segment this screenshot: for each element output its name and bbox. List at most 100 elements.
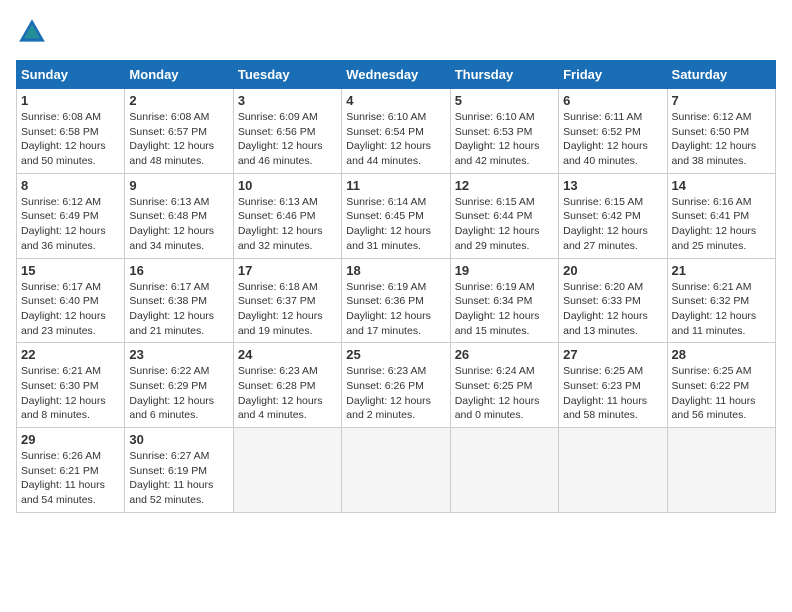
day-info: Sunrise: 6:23 AM Sunset: 6:28 PM Dayligh…	[238, 364, 337, 423]
calendar-cell: 22 Sunrise: 6:21 AM Sunset: 6:30 PM Dayl…	[17, 343, 125, 428]
sunset: Sunset: 6:30 PM	[21, 379, 120, 394]
day-number: 16	[129, 263, 228, 278]
sunrise: Sunrise: 6:12 AM	[21, 195, 120, 210]
day-info: Sunrise: 6:11 AM Sunset: 6:52 PM Dayligh…	[563, 110, 662, 169]
calendar-cell	[450, 428, 558, 513]
calendar: SundayMondayTuesdayWednesdayThursdayFrid…	[16, 60, 776, 513]
daylight: Daylight: 12 hours and 13 minutes.	[563, 309, 662, 338]
sunrise: Sunrise: 6:25 AM	[563, 364, 662, 379]
sunset: Sunset: 6:28 PM	[238, 379, 337, 394]
calendar-dow-tuesday: Tuesday	[233, 61, 341, 89]
day-number: 24	[238, 347, 337, 362]
day-number: 14	[672, 178, 771, 193]
daylight: Daylight: 12 hours and 38 minutes.	[672, 139, 771, 168]
calendar-cell	[233, 428, 341, 513]
calendar-cell: 15 Sunrise: 6:17 AM Sunset: 6:40 PM Dayl…	[17, 258, 125, 343]
sunrise: Sunrise: 6:12 AM	[672, 110, 771, 125]
day-info: Sunrise: 6:19 AM Sunset: 6:34 PM Dayligh…	[455, 280, 554, 339]
calendar-week-1: 1 Sunrise: 6:08 AM Sunset: 6:58 PM Dayli…	[17, 89, 776, 174]
sunset: Sunset: 6:52 PM	[563, 125, 662, 140]
sunset: Sunset: 6:44 PM	[455, 209, 554, 224]
calendar-cell: 30 Sunrise: 6:27 AM Sunset: 6:19 PM Dayl…	[125, 428, 233, 513]
sunrise: Sunrise: 6:10 AM	[346, 110, 445, 125]
calendar-cell: 18 Sunrise: 6:19 AM Sunset: 6:36 PM Dayl…	[342, 258, 450, 343]
day-info: Sunrise: 6:23 AM Sunset: 6:26 PM Dayligh…	[346, 364, 445, 423]
daylight: Daylight: 12 hours and 40 minutes.	[563, 139, 662, 168]
day-number: 22	[21, 347, 120, 362]
day-info: Sunrise: 6:13 AM Sunset: 6:48 PM Dayligh…	[129, 195, 228, 254]
calendar-cell: 12 Sunrise: 6:15 AM Sunset: 6:44 PM Dayl…	[450, 173, 558, 258]
calendar-cell	[559, 428, 667, 513]
sunrise: Sunrise: 6:17 AM	[129, 280, 228, 295]
day-info: Sunrise: 6:10 AM Sunset: 6:53 PM Dayligh…	[455, 110, 554, 169]
daylight: Daylight: 11 hours and 54 minutes.	[21, 478, 120, 507]
day-number: 29	[21, 432, 120, 447]
sunrise: Sunrise: 6:19 AM	[455, 280, 554, 295]
day-number: 18	[346, 263, 445, 278]
page-container: SundayMondayTuesdayWednesdayThursdayFrid…	[16, 16, 776, 513]
calendar-cell: 10 Sunrise: 6:13 AM Sunset: 6:46 PM Dayl…	[233, 173, 341, 258]
daylight: Daylight: 11 hours and 58 minutes.	[563, 394, 662, 423]
day-info: Sunrise: 6:15 AM Sunset: 6:42 PM Dayligh…	[563, 195, 662, 254]
sunrise: Sunrise: 6:22 AM	[129, 364, 228, 379]
daylight: Daylight: 12 hours and 32 minutes.	[238, 224, 337, 253]
day-info: Sunrise: 6:10 AM Sunset: 6:54 PM Dayligh…	[346, 110, 445, 169]
daylight: Daylight: 12 hours and 15 minutes.	[455, 309, 554, 338]
calendar-cell: 20 Sunrise: 6:20 AM Sunset: 6:33 PM Dayl…	[559, 258, 667, 343]
day-number: 11	[346, 178, 445, 193]
day-info: Sunrise: 6:21 AM Sunset: 6:30 PM Dayligh…	[21, 364, 120, 423]
day-info: Sunrise: 6:26 AM Sunset: 6:21 PM Dayligh…	[21, 449, 120, 508]
day-number: 8	[21, 178, 120, 193]
sunset: Sunset: 6:48 PM	[129, 209, 228, 224]
day-number: 26	[455, 347, 554, 362]
daylight: Daylight: 12 hours and 27 minutes.	[563, 224, 662, 253]
calendar-cell: 6 Sunrise: 6:11 AM Sunset: 6:52 PM Dayli…	[559, 89, 667, 174]
day-info: Sunrise: 6:24 AM Sunset: 6:25 PM Dayligh…	[455, 364, 554, 423]
sunrise: Sunrise: 6:08 AM	[129, 110, 228, 125]
sunrise: Sunrise: 6:21 AM	[21, 364, 120, 379]
sunset: Sunset: 6:45 PM	[346, 209, 445, 224]
sunrise: Sunrise: 6:23 AM	[238, 364, 337, 379]
day-info: Sunrise: 6:21 AM Sunset: 6:32 PM Dayligh…	[672, 280, 771, 339]
day-number: 9	[129, 178, 228, 193]
daylight: Daylight: 12 hours and 23 minutes.	[21, 309, 120, 338]
header	[16, 16, 776, 48]
sunrise: Sunrise: 6:20 AM	[563, 280, 662, 295]
sunrise: Sunrise: 6:15 AM	[455, 195, 554, 210]
sunset: Sunset: 6:33 PM	[563, 294, 662, 309]
day-number: 21	[672, 263, 771, 278]
sunrise: Sunrise: 6:19 AM	[346, 280, 445, 295]
sunset: Sunset: 6:19 PM	[129, 464, 228, 479]
day-number: 30	[129, 432, 228, 447]
logo	[16, 16, 52, 48]
calendar-cell: 21 Sunrise: 6:21 AM Sunset: 6:32 PM Dayl…	[667, 258, 775, 343]
sunset: Sunset: 6:29 PM	[129, 379, 228, 394]
sunset: Sunset: 6:42 PM	[563, 209, 662, 224]
day-info: Sunrise: 6:12 AM Sunset: 6:50 PM Dayligh…	[672, 110, 771, 169]
calendar-cell: 25 Sunrise: 6:23 AM Sunset: 6:26 PM Dayl…	[342, 343, 450, 428]
calendar-cell: 27 Sunrise: 6:25 AM Sunset: 6:23 PM Dayl…	[559, 343, 667, 428]
day-number: 23	[129, 347, 228, 362]
daylight: Daylight: 12 hours and 25 minutes.	[672, 224, 771, 253]
daylight: Daylight: 12 hours and 2 minutes.	[346, 394, 445, 423]
daylight: Daylight: 12 hours and 29 minutes.	[455, 224, 554, 253]
day-number: 28	[672, 347, 771, 362]
sunrise: Sunrise: 6:17 AM	[21, 280, 120, 295]
calendar-week-2: 8 Sunrise: 6:12 AM Sunset: 6:49 PM Dayli…	[17, 173, 776, 258]
day-info: Sunrise: 6:20 AM Sunset: 6:33 PM Dayligh…	[563, 280, 662, 339]
sunrise: Sunrise: 6:27 AM	[129, 449, 228, 464]
calendar-cell: 1 Sunrise: 6:08 AM Sunset: 6:58 PM Dayli…	[17, 89, 125, 174]
calendar-cell: 13 Sunrise: 6:15 AM Sunset: 6:42 PM Dayl…	[559, 173, 667, 258]
sunrise: Sunrise: 6:10 AM	[455, 110, 554, 125]
sunset: Sunset: 6:23 PM	[563, 379, 662, 394]
sunset: Sunset: 6:37 PM	[238, 294, 337, 309]
daylight: Daylight: 12 hours and 21 minutes.	[129, 309, 228, 338]
sunrise: Sunrise: 6:18 AM	[238, 280, 337, 295]
calendar-cell: 17 Sunrise: 6:18 AM Sunset: 6:37 PM Dayl…	[233, 258, 341, 343]
day-info: Sunrise: 6:22 AM Sunset: 6:29 PM Dayligh…	[129, 364, 228, 423]
daylight: Daylight: 12 hours and 19 minutes.	[238, 309, 337, 338]
day-number: 17	[238, 263, 337, 278]
daylight: Daylight: 12 hours and 46 minutes.	[238, 139, 337, 168]
day-number: 27	[563, 347, 662, 362]
sunset: Sunset: 6:56 PM	[238, 125, 337, 140]
